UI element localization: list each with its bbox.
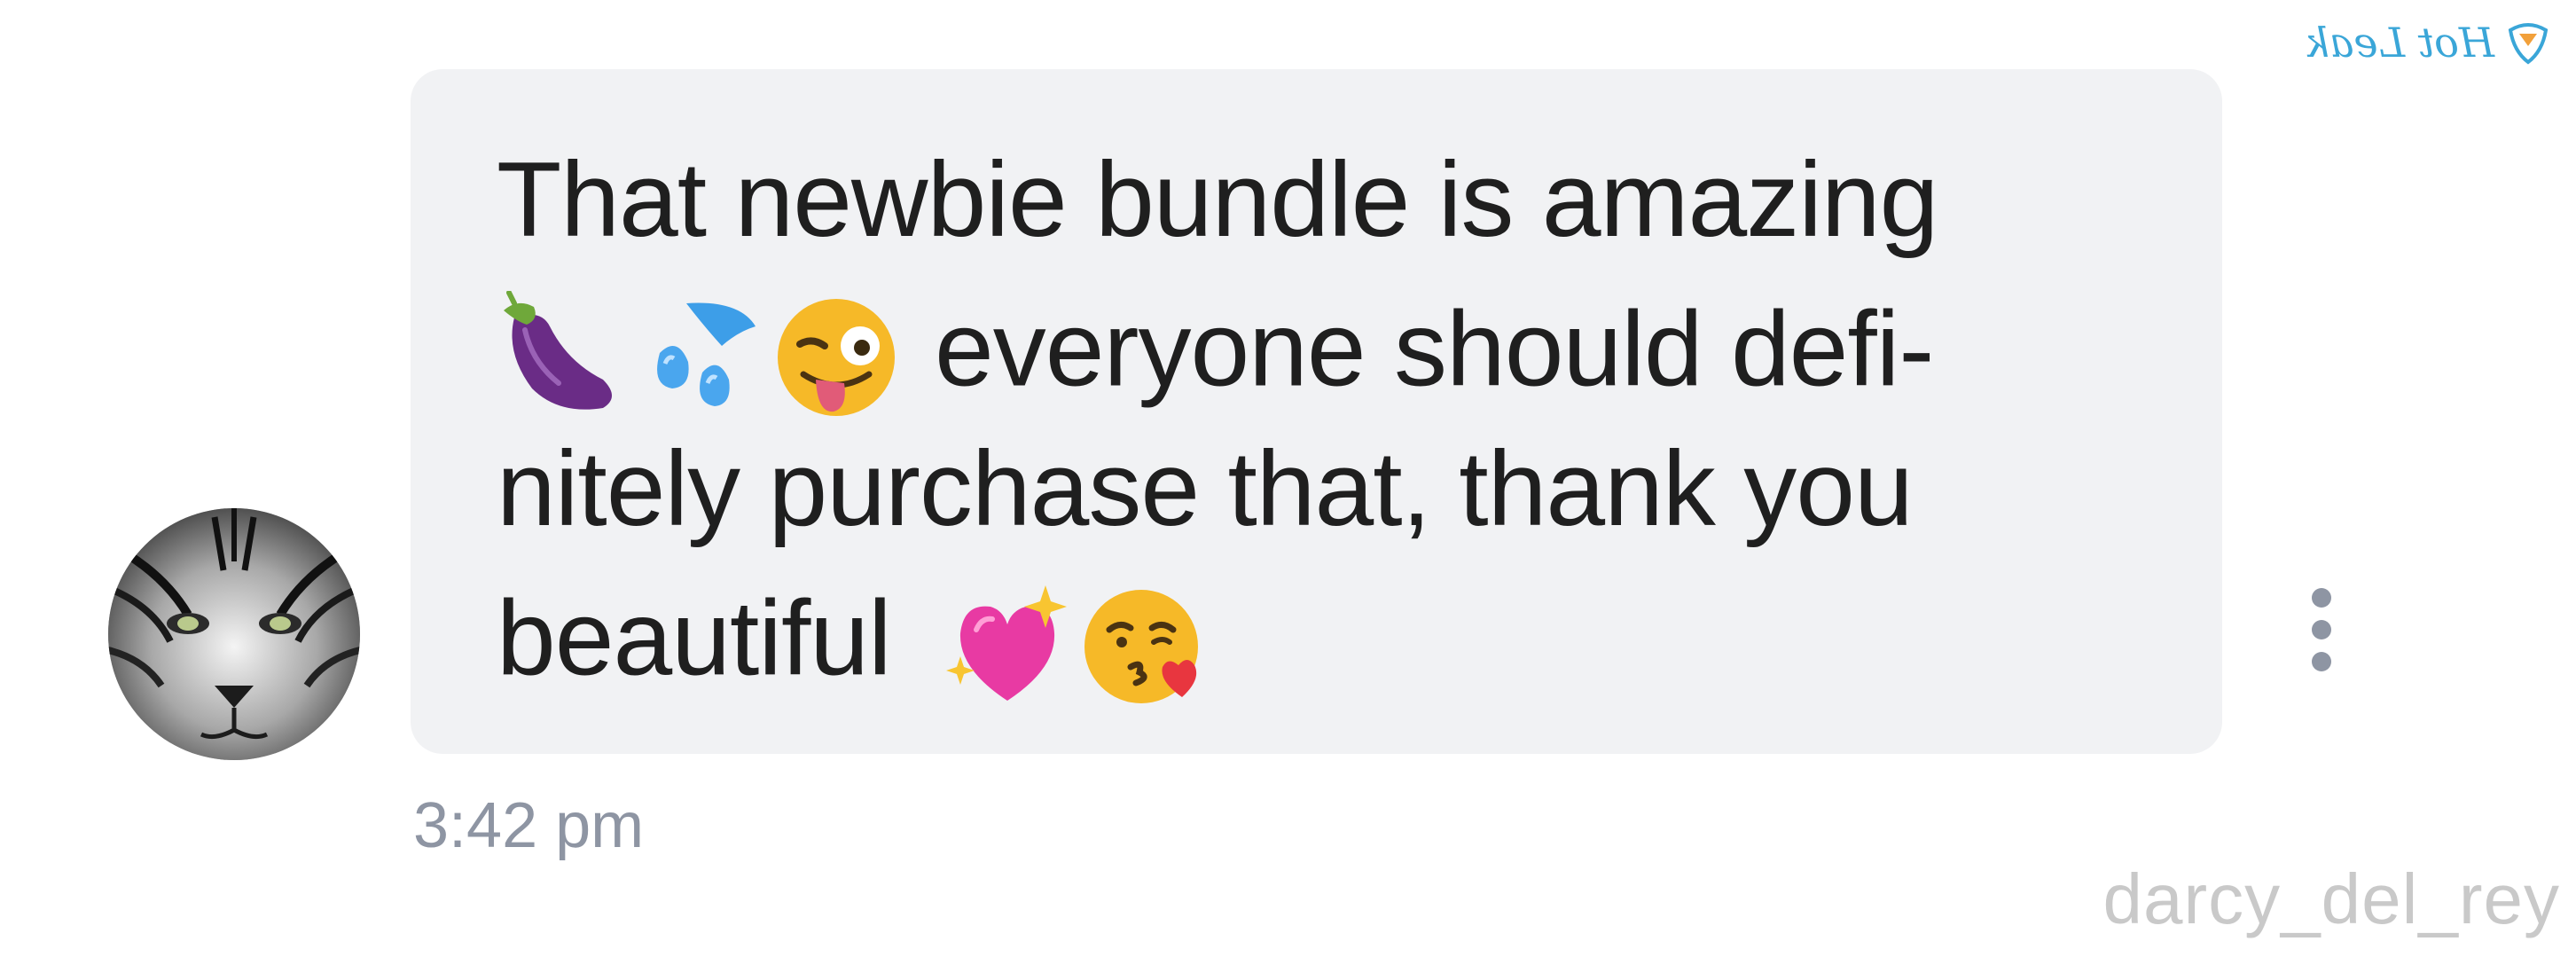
message-line-2: everyone should defi- — [497, 289, 1934, 424]
watermark-username: darcy_del_rey — [2102, 859, 2560, 938]
more-vertical-icon-dot-3 — [2312, 652, 2331, 671]
message-line-4: beautiful — [497, 580, 1210, 713]
chat-screen: Hot Leak That newbie bundle is amazing e… — [0, 0, 2576, 957]
eggplant-emoji — [497, 291, 630, 424]
more-options-button[interactable] — [2295, 581, 2348, 679]
message-line-1: That newbie bundle is amazing — [497, 140, 1938, 259]
sparkling-heart-emoji — [941, 580, 1074, 713]
logo-icon — [2508, 23, 2549, 65]
message-line-2-text: everyone should defi- — [935, 289, 1934, 409]
message-line-3: nitely purchase that, thank you — [497, 429, 1914, 548]
message-line-4-text: beautiful — [497, 578, 892, 698]
message-emojis-1 — [497, 291, 903, 424]
avatar[interactable] — [108, 508, 360, 760]
more-vertical-icon — [2312, 588, 2331, 608]
more-vertical-icon-dot-2 — [2312, 620, 2331, 639]
winking-face-with-tongue-emoji — [770, 291, 903, 424]
message-bubble[interactable]: That newbie bundle is amazing everyone s… — [411, 69, 2222, 754]
message-emojis-2 — [941, 580, 1210, 713]
message-timestamp: 3:42 pm — [413, 790, 645, 861]
sweat-droplets-emoji — [633, 291, 766, 424]
watermark-logo: Hot Leak — [2305, 16, 2555, 69]
face-blowing-kiss-emoji — [1077, 580, 1210, 713]
logo-text: Hot Leak — [2305, 19, 2494, 67]
tiger-avatar-image — [108, 508, 360, 760]
